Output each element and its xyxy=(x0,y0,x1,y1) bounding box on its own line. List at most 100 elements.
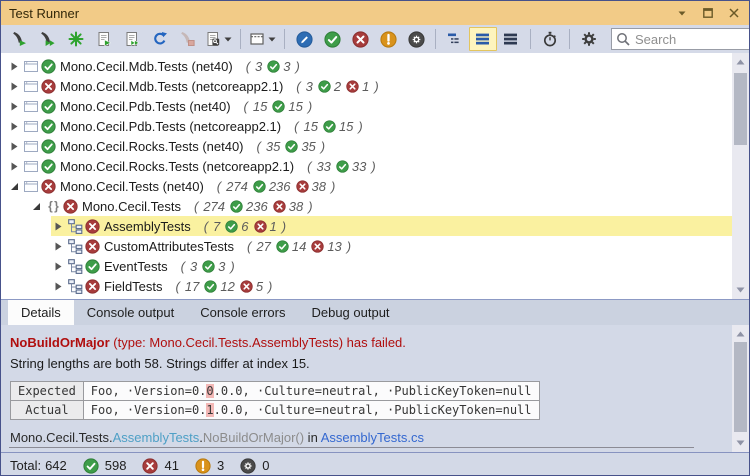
stopwatch-button[interactable] xyxy=(536,27,564,51)
details-scrollbar[interactable] xyxy=(732,325,749,452)
rerun-tests-button[interactable] xyxy=(34,27,62,51)
maximize-button[interactable] xyxy=(701,6,715,20)
expander-expanded-icon[interactable] xyxy=(29,202,44,211)
divider-line xyxy=(9,447,694,448)
tab-debug-output[interactable]: Debug output xyxy=(298,300,402,325)
project-icon xyxy=(22,180,40,193)
expander-collapsed-icon[interactable] xyxy=(51,282,66,291)
toolbar-separator xyxy=(569,29,570,49)
search-box[interactable] xyxy=(611,28,750,50)
scrollbar-thumb[interactable] xyxy=(734,73,747,145)
window-position-button[interactable] xyxy=(675,6,689,20)
test-counts: (27423638) xyxy=(217,179,336,194)
expander-collapsed-icon[interactable] xyxy=(51,242,66,251)
test-node-label: FieldTests xyxy=(104,279,163,294)
project-icon xyxy=(22,160,40,173)
tree-row[interactable]: Mono.Cecil.Pdb.Tests (netcoreapp2.1)(151… xyxy=(7,116,732,136)
flat-view-button[interactable] xyxy=(497,27,525,51)
new-window-icon xyxy=(249,31,265,47)
source-file-link[interactable]: AssemblyTests.cs xyxy=(321,430,424,445)
report-doc-button[interactable] xyxy=(202,27,235,51)
total-counter: Total: 642 xyxy=(10,458,67,473)
passed-icon xyxy=(204,280,217,293)
project-icon xyxy=(22,120,40,133)
test-counts: (3333) xyxy=(307,159,376,174)
status-failed-counter: 41 xyxy=(142,458,178,474)
new-window-button[interactable] xyxy=(246,27,279,51)
tab-console-errors[interactable]: Console errors xyxy=(187,300,298,325)
passed-icon xyxy=(230,200,243,213)
test-counts: (1515) xyxy=(244,99,313,114)
filter-failed-button[interactable] xyxy=(346,27,374,51)
expander-collapsed-icon[interactable] xyxy=(7,162,22,171)
passed-icon xyxy=(272,100,285,113)
stack-segment: Mono.Cecil.Tests. xyxy=(10,430,113,445)
group-by-icon xyxy=(447,31,463,47)
project-icon xyxy=(22,80,40,93)
tree-row[interactable]: AssemblyTests(761) xyxy=(51,216,732,236)
failed-icon xyxy=(346,80,359,93)
debug-tests-button[interactable] xyxy=(62,27,90,51)
test-node-label: Mono.Cecil.Tests (net40) xyxy=(60,179,204,194)
expander-expanded-icon[interactable] xyxy=(7,182,22,191)
expander-collapsed-icon[interactable] xyxy=(7,82,22,91)
settings-gear-button[interactable] xyxy=(575,27,603,51)
scroll-down-icon[interactable] xyxy=(732,435,749,451)
rerun-tests-icon xyxy=(40,31,56,47)
run-file-button[interactable] xyxy=(90,27,118,51)
tree-row[interactable]: FieldTests (17125) xyxy=(51,276,732,296)
diff-row-value: Foo, ·Version=0.1.0.0, ·Culture=neutral,… xyxy=(83,401,539,420)
scroll-up-icon[interactable] xyxy=(732,326,749,342)
expander-collapsed-icon[interactable] xyxy=(7,122,22,131)
scrollbar-thumb[interactable] xyxy=(734,342,747,432)
tree-row[interactable]: CustomAttributesTests(271413) xyxy=(51,236,732,256)
close-button[interactable] xyxy=(727,6,741,20)
run-previous-disabled-button[interactable] xyxy=(174,27,202,51)
tree-row[interactable]: Mono.Cecil.Mdb.Tests (netcoreapp2.1)(321… xyxy=(7,76,732,96)
test-counts: (17125) xyxy=(176,279,273,294)
group-by-button[interactable] xyxy=(441,27,469,51)
expander-collapsed-icon[interactable] xyxy=(51,262,66,271)
test-runner-window: Test Runner Mono.Cecil.Mdb.Tests (net40)… xyxy=(0,0,750,476)
class-icon xyxy=(66,259,84,274)
failed-icon xyxy=(311,240,324,253)
status-warning-counter: 3 xyxy=(195,458,224,474)
tab-console-output[interactable]: Console output xyxy=(74,300,187,325)
expander-collapsed-icon[interactable] xyxy=(7,102,22,111)
test-node-label: Mono.Cecil.Rocks.Tests (net40) xyxy=(60,139,244,154)
filter-warning-button[interactable] xyxy=(374,27,402,51)
status-counters: 5984130 xyxy=(67,458,270,474)
title-bar[interactable]: Test Runner xyxy=(1,1,749,25)
list-view-button[interactable] xyxy=(469,27,497,51)
filter-passed-button[interactable] xyxy=(318,27,346,51)
run-file-append-icon xyxy=(124,31,140,47)
run-tests-button[interactable] xyxy=(6,27,34,51)
tree-scrollbar[interactable] xyxy=(732,53,749,299)
test-counts: (1515) xyxy=(294,119,363,134)
test-counts: (321) xyxy=(296,79,378,94)
refresh-button[interactable] xyxy=(146,27,174,51)
search-input[interactable] xyxy=(630,32,750,47)
tree-row[interactable]: { }Mono.Cecil.Tests(27423638) xyxy=(29,196,732,216)
ignored-icon xyxy=(240,458,256,474)
scroll-down-icon[interactable] xyxy=(732,282,749,298)
failed-test-name: NoBuildOrMajor xyxy=(10,335,110,350)
expander-collapsed-icon[interactable] xyxy=(51,222,66,231)
tree-row[interactable]: EventTests(33) xyxy=(51,256,732,276)
tree-row[interactable]: Mono.Cecil.Mdb.Tests (net40)(33) xyxy=(7,56,732,76)
scroll-up-icon[interactable] xyxy=(732,54,749,70)
expander-collapsed-icon[interactable] xyxy=(7,142,22,151)
run-file-append-button[interactable] xyxy=(118,27,146,51)
diff-table-body: ExpectedFoo, ·Version=0.0.0.0, ·Culture=… xyxy=(11,382,540,420)
tree-row[interactable]: Mono.Cecil.Tests (net40) (27423638) xyxy=(7,176,732,196)
tree-row[interactable]: Mono.Cecil.Pdb.Tests (net40)(1515) xyxy=(7,96,732,116)
filter-ignored-button[interactable] xyxy=(402,27,430,51)
filter-edit-button[interactable] xyxy=(290,27,318,51)
test-node-label: CustomAttributesTests xyxy=(104,239,234,254)
test-counts: (27423638) xyxy=(194,199,313,214)
expander-collapsed-icon[interactable] xyxy=(7,62,22,71)
tree-row[interactable]: Mono.Cecil.Rocks.Tests (netcoreapp2.1)(3… xyxy=(7,156,732,176)
tree-row[interactable]: Mono.Cecil.Rocks.Tests (net40)(3535) xyxy=(7,136,732,156)
tab-details[interactable]: Details xyxy=(8,300,74,325)
report-doc-icon xyxy=(205,31,221,47)
